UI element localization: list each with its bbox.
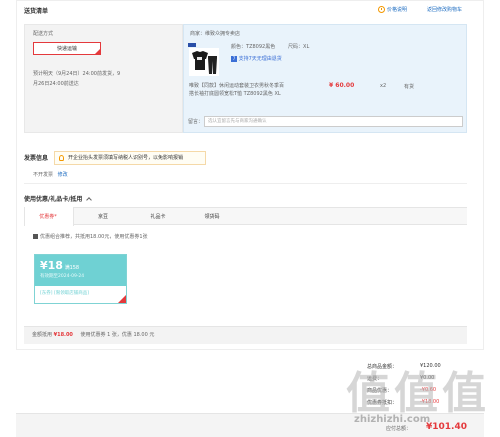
coupon-validity: 有效期至2024-09-24	[40, 274, 85, 279]
invoice-modify-link[interactable]: 修改	[58, 172, 68, 178]
tab-jingdou[interactable]: 京豆	[83, 213, 123, 220]
combo-checkbox[interactable]	[33, 234, 38, 239]
summary-prefix: 金额抵用	[32, 332, 53, 338]
back-to-cart-link[interactable]: 返回修改购物车	[427, 6, 462, 13]
tab-coupon-label: 优惠券	[39, 214, 55, 220]
invoice-tip-box: 开企业抬头发票须填写纳税人识别号，以免影响报销	[54, 151, 206, 165]
merchant-name[interactable]: 维致众拥专卖店	[205, 31, 240, 37]
product-title-line2[interactable]: 搭长袖打底圆领宽松T恤 TZ8092黑色 XL	[189, 90, 309, 97]
merchant-label: 商家：	[190, 31, 206, 37]
coupon-scope: [东券] [限领取店铺商品]	[35, 286, 126, 300]
coupon-card[interactable]: ¥18 满158 有效期至2024-09-24 [东券] [限领取店铺商品]	[34, 254, 127, 304]
delivery-eta-line1: 预计明天（9月24日）24:00前发货，9	[33, 71, 121, 77]
watermark-text: 值值值	[346, 368, 490, 419]
size-value: XL	[303, 44, 310, 50]
discount-tabs: 优惠券* 京豆 礼品卡 领货码	[24, 207, 467, 226]
shipping-panel: 配送方式 快递运输 预计明天（9月24日）24:00前发货，9 月26日24:0…	[24, 24, 183, 133]
summary-suffix: 使用优惠券 1 张，优惠 18.00 元	[80, 332, 155, 338]
combo-checkbox-label: 优惠组合推荐，共抵用18.00元，使用优惠券1张	[40, 234, 148, 240]
product-price: ¥ 60.00	[329, 82, 355, 89]
summary-amount: ¥18.00	[53, 332, 73, 338]
tab-pickup-code[interactable]: 领货码	[192, 213, 232, 220]
site-watermark: 值值值 zhizhizhi.com	[346, 357, 496, 437]
color-label: 颜色：	[231, 44, 247, 50]
color-value: TZ8092黑色	[246, 44, 276, 50]
discount-summary: 金额抵用 ¥18.00 使用优惠券 1 张，优惠 18.00 元	[24, 326, 467, 344]
product-quantity: x2	[380, 83, 387, 89]
size-line: 尺码：XL	[288, 43, 309, 50]
clock-icon	[378, 6, 385, 13]
order-note-input[interactable]: 选认宜留言先与商家沟通确认	[204, 116, 463, 127]
invoice-section-title: 发票信息	[24, 155, 49, 162]
invoice-tip-text: 开企业抬头发票须填写纳税人识别号，以免影响报销	[68, 155, 184, 161]
return-policy-text: 支持7天无理由退货	[238, 56, 282, 62]
tab-coupon-marker: *	[54, 214, 57, 220]
note-label: 留言：	[188, 119, 204, 125]
coupon-scope-text: [限领取店铺商品]	[53, 291, 89, 296]
size-label: 尺码：	[288, 44, 304, 50]
return-policy[interactable]: 7 支持7天无理由退货	[231, 55, 282, 62]
tab-gift-card[interactable]: 礼品卡	[138, 213, 178, 220]
tab-coupon[interactable]: 优惠券*	[28, 213, 68, 220]
discount-title-text: 使用优惠/礼品卡/抵用	[24, 196, 83, 203]
product-title-line1[interactable]: 唯致【同款】休闲运动套装卫衣男秋冬季百	[189, 82, 309, 89]
product-thumbnail[interactable]	[189, 48, 219, 76]
shop-order-panel: 商家：维致众拥专卖店 颜色：TZ8092黑色 尺码：XL 7 支持7天无理由退货…	[183, 24, 467, 133]
return-badge-icon: 7	[231, 56, 237, 62]
delivery-list-title: 送货清单	[24, 8, 49, 15]
selected-corner-mark	[118, 295, 126, 303]
combo-recommend-row: 优惠组合推荐，共抵用18.00元，使用优惠券1张	[33, 233, 148, 240]
invoice-status: 不开发票 修改	[33, 171, 68, 178]
coupon-area: 优惠组合推荐，共抵用18.00元，使用优惠券1张 ¥18 满158 有效期至20…	[24, 226, 467, 326]
price-note-link[interactable]: 价格说明	[378, 6, 407, 13]
price-note-label: 价格说明	[387, 7, 408, 13]
section-divider	[24, 183, 467, 184]
shipping-method-label: 配送方式	[33, 31, 54, 37]
express-shipping-button[interactable]: 快递运输	[33, 42, 101, 55]
chevron-up-icon	[86, 197, 93, 203]
merchant-line: 商家：维致众拥专卖店	[190, 30, 240, 37]
coupon-amount: ¥18	[40, 259, 63, 272]
coupon-kind: [东券]	[40, 291, 53, 296]
stock-status: 有货	[404, 84, 415, 90]
discount-section-title[interactable]: 使用优惠/礼品卡/抵用	[24, 194, 93, 203]
watermark-url: zhizhizhi.com	[354, 414, 431, 425]
color-line: 颜色：TZ8092黑色	[231, 43, 275, 50]
shop-logo-icon	[188, 43, 196, 47]
delivery-eta-line2: 月26日24:00前送达	[33, 81, 79, 87]
lightbulb-icon	[59, 155, 64, 161]
invoice-status-text: 不开发票	[33, 172, 54, 178]
coupon-condition: 满158	[64, 265, 80, 271]
